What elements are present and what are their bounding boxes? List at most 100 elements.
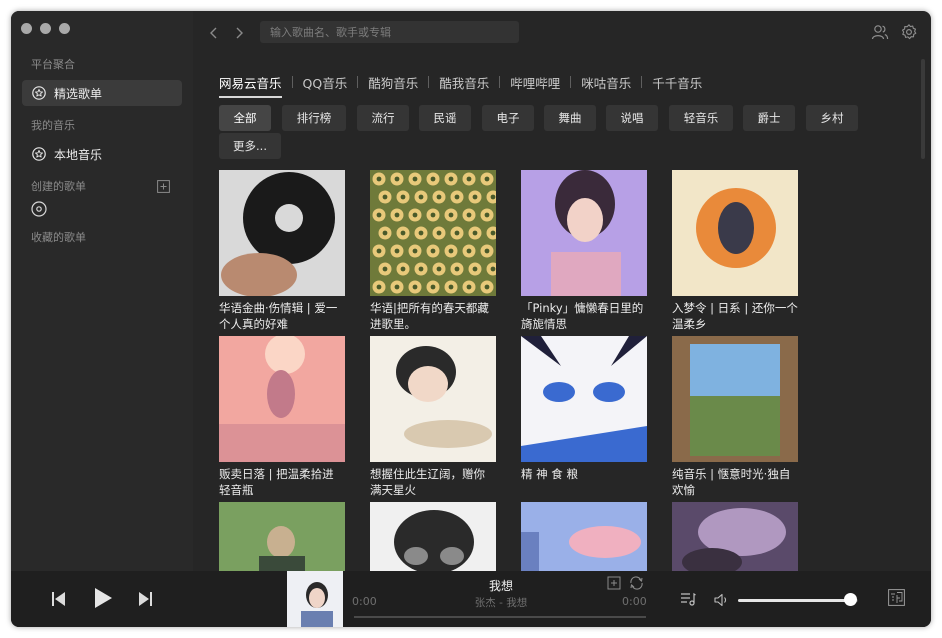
playlist-card[interactable]: 华语金曲·伤情辑 | 爱一个人真的好难	[219, 170, 345, 332]
daisy-center	[394, 176, 400, 182]
category-chip-jazz[interactable]: 爵士	[743, 105, 795, 131]
daisy-center	[400, 230, 406, 236]
volume-icon[interactable]	[714, 592, 730, 611]
playlist-card[interactable]: 精 神 食 粮	[521, 336, 647, 482]
daisy-center	[418, 266, 424, 272]
play-icon[interactable]	[93, 587, 113, 613]
user-account-icon[interactable]	[871, 23, 889, 41]
playlist-title: 华语金曲·伤情辑 | 爱一个人真的好难	[219, 301, 338, 331]
category-chip-charts[interactable]: 排行榜	[282, 105, 346, 131]
now-playing-title: 我想	[488, 579, 513, 593]
category-chip-more[interactable]: 更多...	[219, 133, 281, 159]
playlist-title: 入梦令 | 日系 | 还你一个温柔乡	[672, 301, 798, 331]
category-chip-light-music[interactable]: 轻音乐	[669, 105, 733, 131]
next-track-icon[interactable]	[138, 591, 153, 611]
daisy-center	[472, 230, 478, 236]
tab-divider	[499, 76, 501, 88]
playlist-cover	[672, 170, 798, 296]
daisy-center	[466, 284, 472, 290]
add-playlist-icon[interactable]	[157, 178, 170, 193]
previous-track-icon[interactable]	[51, 591, 66, 611]
daisy-center	[382, 230, 388, 236]
category-chip-all[interactable]: 全部	[219, 105, 271, 131]
tab-divider	[291, 76, 293, 88]
playlist-title: 精 神 食 粮	[521, 467, 578, 481]
category-chip-pop[interactable]: 流行	[357, 105, 409, 131]
daisy-center	[412, 248, 418, 254]
daisy-center	[472, 194, 478, 200]
now-playing-artist-album: 张杰 - 我想	[474, 597, 528, 609]
daisy-center	[430, 176, 436, 182]
playlist-cover	[521, 170, 647, 296]
playlist-card[interactable]: 华语|把所有的春天都藏进歌里。	[370, 170, 496, 332]
daisy-center	[484, 176, 490, 182]
category-chip-rap[interactable]: 说唱	[606, 105, 658, 131]
playlist-title: 华语|把所有的春天都藏进歌里。	[370, 301, 489, 331]
sidebar-item-local-music[interactable]: 本地音乐	[22, 141, 182, 167]
daisy-center	[400, 194, 406, 200]
playlist-cover	[219, 336, 345, 462]
daisy-center	[448, 212, 454, 218]
daisy-center	[490, 194, 496, 200]
category-chip-folk[interactable]: 民谣	[419, 105, 471, 131]
section-heading-my-music: 我的音乐	[31, 119, 75, 132]
daisy-center	[484, 284, 490, 290]
playlist-cover	[521, 336, 647, 462]
playlist-card[interactable]: 纯音乐 | 惬意时光·独自欢愉	[672, 336, 798, 498]
tab-divider	[641, 76, 643, 88]
daisy-center	[472, 266, 478, 272]
daisy-center	[394, 248, 400, 254]
playlist-title: 贩卖日落 | 把温柔拾进轻音瓶	[219, 467, 334, 497]
daisy-center	[376, 284, 382, 290]
section-heading-favorite-playlists: 收藏的歌单	[31, 231, 86, 244]
playlist-card[interactable]: 入梦令 | 日系 | 还你一个温柔乡	[672, 170, 798, 332]
daisy-center	[382, 266, 388, 272]
daisy-center	[394, 212, 400, 218]
sidebar-item-label: 本地音乐	[54, 147, 103, 162]
playlist-title: 想握住此生辽阔，赠你满天星火	[370, 467, 485, 497]
category-chip-dance[interactable]: 舞曲	[544, 105, 596, 131]
forward-arrow-icon[interactable]	[233, 25, 245, 39]
category-chip-country[interactable]: 乡村	[806, 105, 858, 131]
add-to-playlist-icon[interactable]	[607, 575, 621, 594]
window-zoom-button[interactable]	[59, 23, 70, 34]
app-window: 平台聚合 精选歌单 我的音乐 本地音乐 创建的歌单 收藏的歌单 输入歌曲名、歌手…	[11, 11, 931, 627]
category-chip-electronic[interactable]: 电子	[482, 105, 534, 131]
playlist-cover	[370, 170, 496, 296]
daisy-center	[466, 176, 472, 182]
sidebar-item-featured-playlists[interactable]: 精选歌单	[22, 80, 182, 106]
repeat-icon[interactable]	[629, 575, 644, 594]
playlist-card[interactable]: 想握住此生辽阔，赠你满天星火	[370, 336, 496, 498]
now-playing-album-art[interactable]	[287, 571, 343, 627]
record-disc-icon[interactable]	[31, 201, 47, 217]
volume-slider-handle[interactable]	[843, 593, 857, 606]
lyrics-icon[interactable]	[888, 589, 905, 610]
window-close-button[interactable]	[21, 23, 32, 34]
playlist-title: 纯音乐 | 惬意时光·独自欢愉	[672, 467, 791, 497]
back-arrow-icon[interactable]	[208, 25, 220, 39]
tab-kugou[interactable]: 酷狗音乐	[368, 73, 418, 98]
tab-divider	[357, 76, 359, 88]
daisy-center	[436, 194, 442, 200]
volume-slider[interactable]	[738, 599, 858, 602]
tab-bilibili[interactable]: 哔哩哔哩	[510, 73, 560, 98]
playlist-card[interactable]: 「Pinky」慵懒春日里的旖旎情思	[521, 170, 647, 332]
platform-tabs: 网易云音乐 QQ音乐 酷狗音乐 酷我音乐 哔哩哔哩 咪咕音乐 千千音乐	[219, 73, 702, 98]
daisy-center	[418, 230, 424, 236]
tab-migu[interactable]: 咪咕音乐	[581, 73, 631, 98]
daisy-center	[484, 248, 490, 254]
window-minimize-button[interactable]	[40, 23, 51, 34]
search-input[interactable]	[260, 21, 519, 43]
tab-qianqian[interactable]: 千千音乐	[652, 73, 702, 98]
tab-netease[interactable]: 网易云音乐	[219, 73, 282, 98]
playlist-queue-icon[interactable]	[680, 591, 696, 611]
daisy-center	[400, 266, 406, 272]
playlist-card[interactable]: 贩卖日落 | 把温柔拾进轻音瓶	[219, 336, 345, 498]
settings-gear-icon[interactable]	[900, 23, 918, 41]
progress-bar[interactable]	[354, 616, 646, 618]
tab-qq[interactable]: QQ音乐	[303, 73, 348, 98]
tab-kuwo[interactable]: 酷我音乐	[439, 73, 489, 98]
vertical-scrollbar[interactable]	[921, 59, 925, 159]
daisy-center	[430, 284, 436, 290]
daisy-center	[490, 266, 496, 272]
